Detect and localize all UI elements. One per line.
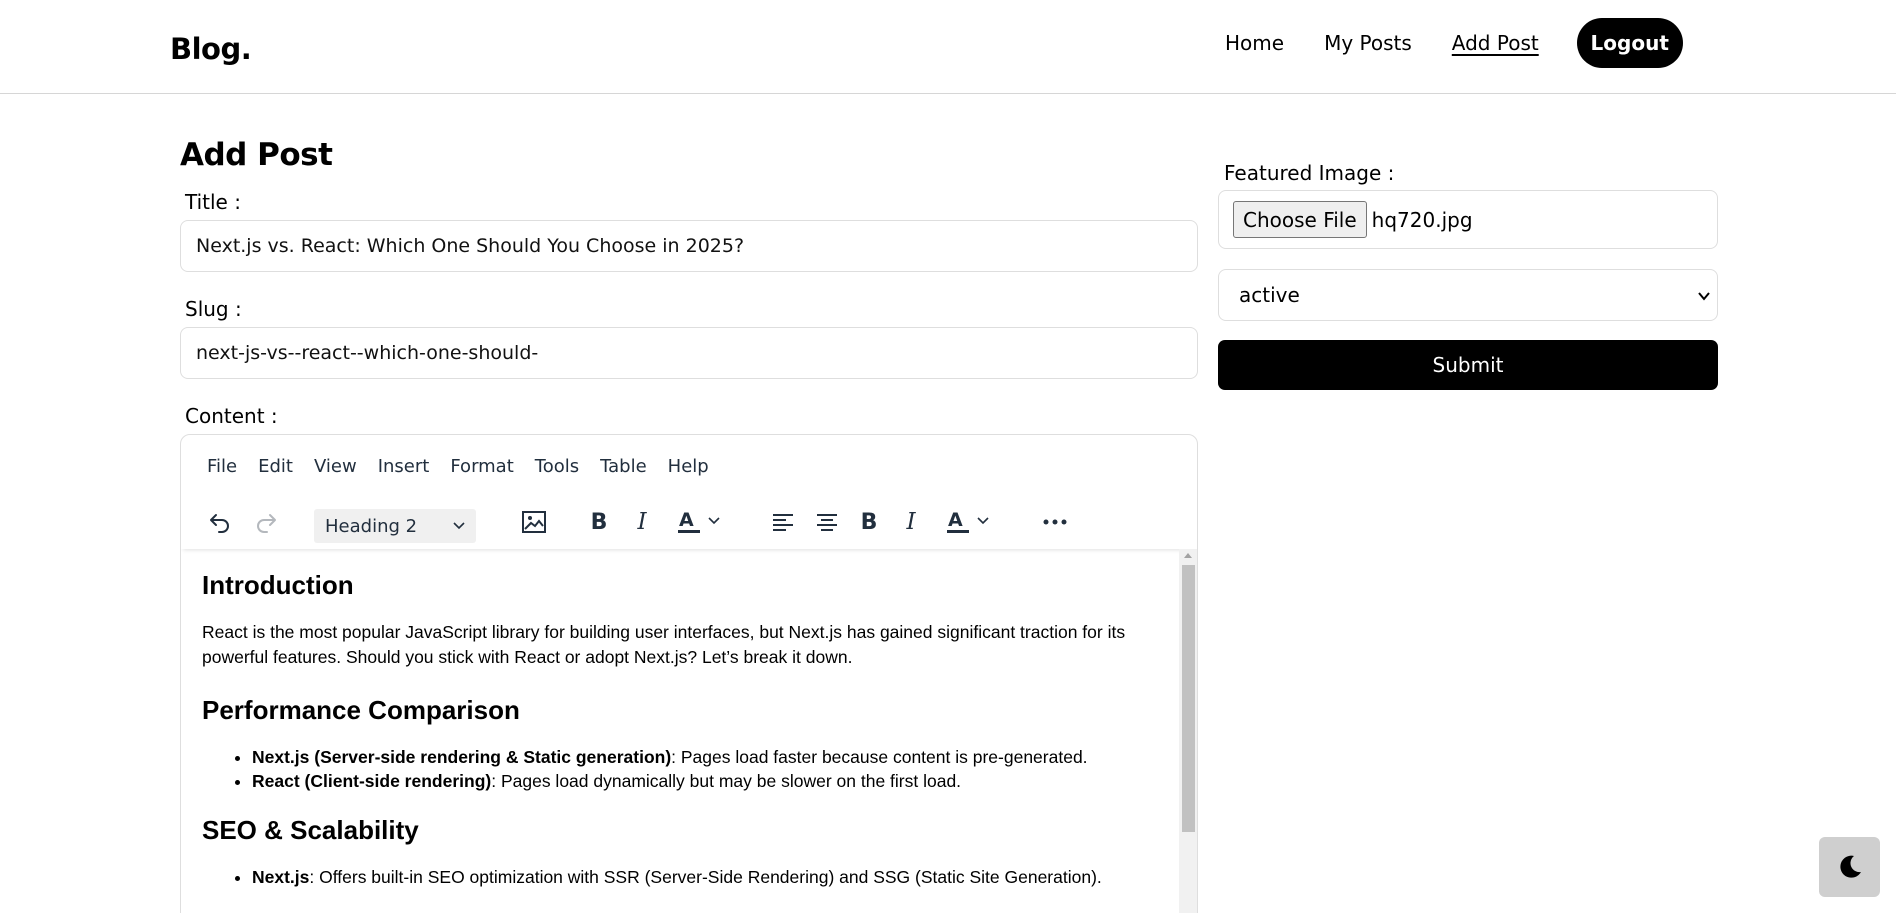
menu-insert[interactable]: Insert: [378, 456, 430, 477]
featured-image-input: Choose File hq720.jpg: [1218, 190, 1718, 249]
text-color-icon[interactable]: A: [674, 505, 726, 539]
content-list: Next.js (Server-side rendering & Static …: [252, 745, 1161, 793]
selected-file-name: hq720.jpg: [1371, 207, 1473, 232]
align-center-icon[interactable]: [812, 505, 842, 539]
list-item: Next.js: Offers built-in SEO optimizatio…: [252, 865, 1161, 889]
rich-text-editor: File Edit View Insert Format Tools Table…: [180, 434, 1198, 913]
scroll-up-arrow-icon[interactable]: [1184, 553, 1192, 558]
site-header: Blog. Home My Posts Add Post Logout: [0, 0, 1896, 94]
align-left-icon[interactable]: [768, 505, 798, 539]
menu-view[interactable]: View: [314, 456, 357, 477]
status-value: active: [1239, 283, 1300, 307]
list-item-strong: Next.js (Server-side rendering & Static …: [252, 747, 672, 767]
content-label: Content :: [185, 404, 278, 428]
bold-icon[interactable]: B: [583, 505, 615, 539]
menu-tools[interactable]: Tools: [535, 456, 579, 477]
site-logo[interactable]: Blog.: [170, 32, 252, 66]
italic-icon[interactable]: I: [627, 505, 657, 539]
content-heading: Performance Comparison: [202, 695, 520, 725]
nav-home[interactable]: Home: [1225, 31, 1284, 55]
featured-image-label: Featured Image :: [1224, 161, 1395, 185]
block-format-value: Heading 2: [325, 515, 418, 537]
page-title: Add Post: [180, 137, 333, 173]
editor-content[interactable]: Introduction React is the most popular J…: [183, 550, 1179, 913]
scrollbar-thumb[interactable]: [1182, 565, 1195, 832]
logout-button[interactable]: Logout: [1576, 18, 1683, 68]
content-paragraph: React is the most popular JavaScript lib…: [202, 622, 1126, 667]
slug-input[interactable]: [180, 327, 1198, 379]
editor-menubar: File Edit View Insert Format Tools Table…: [207, 456, 730, 477]
list-item-text: : Pages load dynamically but may be slow…: [491, 771, 962, 791]
main-nav: Home My Posts Add Post Logout: [1225, 18, 1683, 68]
chevron-down-icon: [453, 522, 465, 530]
list-item: Next.js (Server-side rendering & Static …: [252, 745, 1161, 769]
italic-icon-2[interactable]: I: [896, 505, 926, 539]
content-list: Next.js: Offers built-in SEO optimizatio…: [252, 865, 1161, 889]
list-item-strong: React (Client-side rendering): [252, 771, 492, 791]
moon-icon: [1839, 855, 1861, 878]
menu-table[interactable]: Table: [600, 456, 647, 477]
list-item-text: : Offers built-in SEO optimization with …: [309, 867, 1102, 887]
bold-icon-2[interactable]: B: [853, 505, 885, 539]
list-item: React (Client-side rendering): Pages loa…: [252, 769, 1161, 793]
menu-format[interactable]: Format: [450, 456, 513, 477]
editor-toolbar: Heading 2 B I A B I A: [181, 495, 1197, 549]
status-select[interactable]: active: [1218, 269, 1718, 321]
block-format-select[interactable]: Heading 2: [314, 509, 476, 543]
nav-my-posts[interactable]: My Posts: [1324, 31, 1412, 55]
list-item-text: : Pages load faster because content is p…: [671, 747, 1088, 767]
slug-label: Slug :: [185, 297, 242, 321]
content-heading: Introduction: [202, 570, 354, 600]
text-color-icon-2[interactable]: A: [943, 505, 995, 539]
choose-file-button[interactable]: Choose File: [1233, 201, 1367, 238]
list-item-strong: Next.js: [252, 867, 310, 887]
theme-toggle-button[interactable]: [1819, 837, 1880, 897]
nav-add-post[interactable]: Add Post: [1452, 31, 1539, 55]
svg-text:A: A: [948, 509, 963, 531]
title-input[interactable]: [180, 220, 1198, 272]
image-icon[interactable]: [516, 505, 552, 539]
more-icon[interactable]: [1037, 505, 1073, 539]
menu-help[interactable]: Help: [668, 456, 709, 477]
menu-edit[interactable]: Edit: [258, 456, 293, 477]
menu-file[interactable]: File: [207, 456, 237, 477]
submit-button[interactable]: Submit: [1218, 340, 1718, 390]
redo-icon[interactable]: [249, 505, 283, 539]
title-label: Title :: [185, 190, 241, 214]
svg-text:A: A: [679, 509, 694, 531]
content-heading: SEO & Scalability: [202, 815, 419, 845]
undo-icon[interactable]: [203, 505, 237, 539]
editor-scrollbar[interactable]: [1179, 549, 1197, 913]
chevron-down-icon: [1698, 292, 1710, 301]
